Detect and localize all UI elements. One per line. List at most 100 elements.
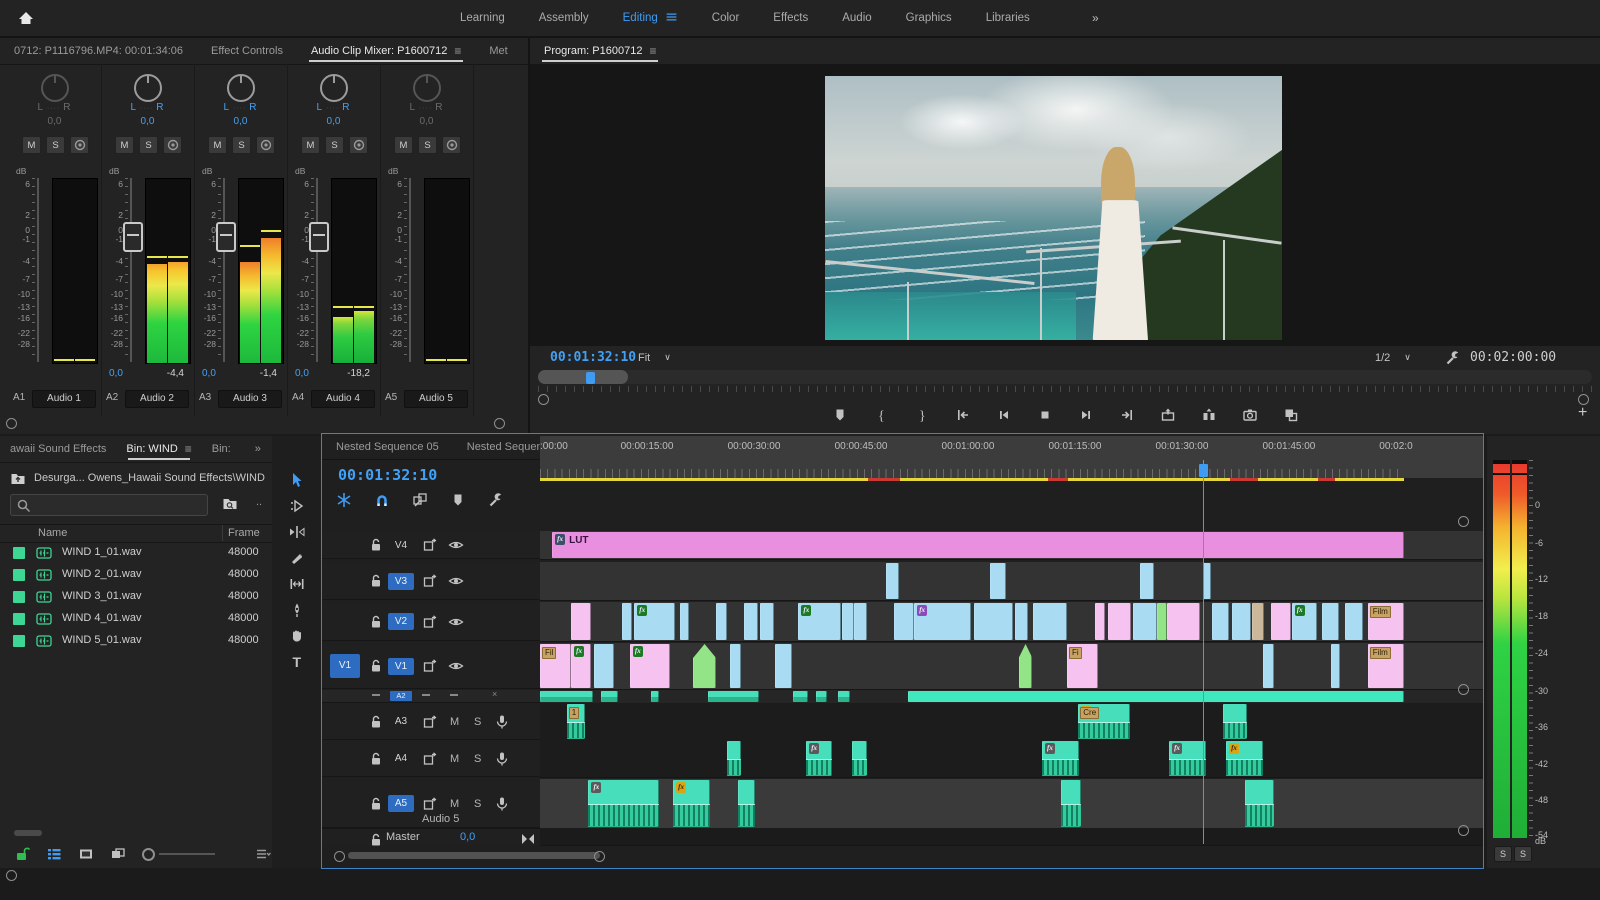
timeline-clip[interactable] <box>1232 603 1252 640</box>
tab-program[interactable]: Program: P1600712 ≡ <box>530 38 670 64</box>
solo-button[interactable]: S <box>418 136 437 154</box>
timeline-clip[interactable] <box>1107 603 1131 640</box>
solo-left-button[interactable]: S <box>1494 846 1512 862</box>
timeline-clip[interactable]: Film <box>1367 644 1404 688</box>
timeline-clip[interactable]: Film <box>1367 603 1404 640</box>
channel-name[interactable]: Audio 3 <box>218 390 282 408</box>
track-output-eye-icon[interactable] <box>448 573 464 589</box>
list-item[interactable]: WIND 2_01.wav 48000 <box>0 564 272 586</box>
timeline-clip[interactable] <box>990 563 1006 599</box>
track-select-tool[interactable] <box>286 496 308 516</box>
selection-icon[interactable] <box>289 472 305 488</box>
pan-value[interactable]: 0,0 <box>380 116 473 127</box>
pan-knob[interactable] <box>413 74 441 102</box>
search-bin-icon[interactable] <box>222 495 238 511</box>
mute-button[interactable]: M <box>22 136 41 154</box>
timeline-clip[interactable]: 1 <box>566 704 585 739</box>
source-patch-V1[interactable]: V1 <box>330 654 360 678</box>
master-track-label[interactable]: Master <box>386 831 420 843</box>
track-select-A5[interactable]: A5 <box>388 795 414 812</box>
track-lock-icon[interactable] <box>368 614 384 630</box>
search-input[interactable] <box>10 494 208 516</box>
timeline-clip[interactable] <box>1321 603 1340 640</box>
track-output-eye-icon[interactable] <box>448 658 464 674</box>
timeline-clip[interactable] <box>730 644 742 688</box>
track-select-icon[interactable] <box>289 498 305 514</box>
timeline-clip[interactable] <box>622 603 633 640</box>
mixer-hscroll-left-end[interactable] <box>6 418 17 429</box>
timeline-clip[interactable]: Fi <box>1067 644 1099 688</box>
channel-name[interactable]: Audio 2 <box>125 390 189 408</box>
track-lock-icon[interactable] <box>368 658 384 674</box>
timeline-clip[interactable] <box>1345 603 1363 640</box>
project-hscroll-handle[interactable] <box>14 830 42 836</box>
step-fwd-icon[interactable] <box>1078 407 1094 423</box>
step-fwd-button[interactable] <box>1074 403 1098 427</box>
solo-right-button[interactable]: S <box>1514 846 1532 862</box>
workspace-tab-learning[interactable]: Learning <box>460 12 505 24</box>
pen-tool[interactable] <box>286 600 308 620</box>
goto-out-button[interactable] <box>1115 403 1139 427</box>
lift-icon[interactable] <box>1160 407 1176 423</box>
mute-button[interactable]: M <box>301 136 320 154</box>
workspace-menu-icon[interactable] <box>665 9 678 28</box>
timeline-clip[interactable]: fx <box>588 780 660 827</box>
scrubber-playhead[interactable] <box>586 372 595 384</box>
timeline-vscroll-mid-end[interactable] <box>1458 684 1469 695</box>
scrubber-track[interactable] <box>538 370 1592 384</box>
program-timecode[interactable]: 00:01:32:10 <box>550 350 636 365</box>
sync-lock-icon[interactable] <box>422 714 438 730</box>
goto-out-icon[interactable] <box>1119 407 1135 423</box>
channel-name[interactable]: Audio 4 <box>311 390 375 408</box>
timeline-clip[interactable]: fx <box>571 644 591 688</box>
timeline-clip[interactable] <box>1270 603 1291 640</box>
timeline-clip[interactable]: fx <box>914 603 972 640</box>
keyframe-toggle-button[interactable] <box>70 136 89 154</box>
timeline-clip[interactable]: fx <box>673 780 711 827</box>
pan-knob[interactable] <box>227 74 255 102</box>
timeline-clip[interactable] <box>594 644 615 688</box>
column-name[interactable]: Name <box>38 527 67 539</box>
ripple-tool[interactable] <box>286 522 308 542</box>
solo-button[interactable]: S <box>232 136 251 154</box>
keyframe-toggle-button[interactable] <box>349 136 368 154</box>
volume-value[interactable]: 0,0 <box>109 368 123 379</box>
timeline-clip[interactable]: Fil <box>540 644 572 688</box>
brace-in-icon[interactable]: { <box>873 407 889 423</box>
keyframe-toggle-button[interactable] <box>442 136 461 154</box>
timeline-clip[interactable] <box>601 691 618 702</box>
track-lock-icon[interactable] <box>368 751 384 767</box>
pan-value[interactable]: 0,0 <box>287 116 380 127</box>
pan-knob[interactable] <box>134 74 162 102</box>
timeline-clip[interactable]: fx <box>1291 603 1317 640</box>
panel-tab-3[interactable]: Met <box>475 38 521 64</box>
project-overflow-chevrons[interactable]: » <box>241 436 275 462</box>
waveform-icon[interactable] <box>36 589 52 605</box>
project-hscroll-end[interactable] <box>6 870 17 881</box>
marker-button[interactable] <box>828 403 852 427</box>
keyframe-toggle-button[interactable] <box>163 136 182 154</box>
solo-button[interactable]: S <box>139 136 158 154</box>
slip-tool[interactable] <box>286 574 308 594</box>
panel-tab-1[interactable]: Effect Controls <box>197 38 297 64</box>
bin-breadcrumb[interactable]: Desurga... Owens_Hawaii Sound Effects\WI… <box>10 470 270 486</box>
timeline-clip[interactable] <box>1223 704 1247 739</box>
volume-value[interactable]: 0,0 <box>202 368 216 379</box>
timeline-clip[interactable]: fx LUT <box>552 532 1404 558</box>
timeline-clip[interactable] <box>679 603 689 640</box>
goto-in-icon[interactable] <box>955 407 971 423</box>
ripple-icon[interactable] <box>289 524 305 540</box>
timeline-clip[interactable]: fx <box>798 603 841 640</box>
timeline-clip[interactable] <box>815 691 827 702</box>
timeline-clip[interactable] <box>1132 603 1157 640</box>
mute-button[interactable]: M <box>115 136 134 154</box>
workspace-tab-audio[interactable]: Audio <box>842 12 871 24</box>
hand-tool[interactable] <box>286 626 308 646</box>
volume-fader[interactable] <box>216 222 236 253</box>
project-tab-0[interactable]: awaii Sound Effects <box>0 436 116 462</box>
timeline-clip[interactable] <box>851 741 867 776</box>
brace-out-icon[interactable]: } <box>914 407 930 423</box>
lift-button[interactable] <box>1156 403 1180 427</box>
track-output-eye-icon[interactable] <box>448 537 464 553</box>
solo-button[interactable]: S <box>325 136 344 154</box>
